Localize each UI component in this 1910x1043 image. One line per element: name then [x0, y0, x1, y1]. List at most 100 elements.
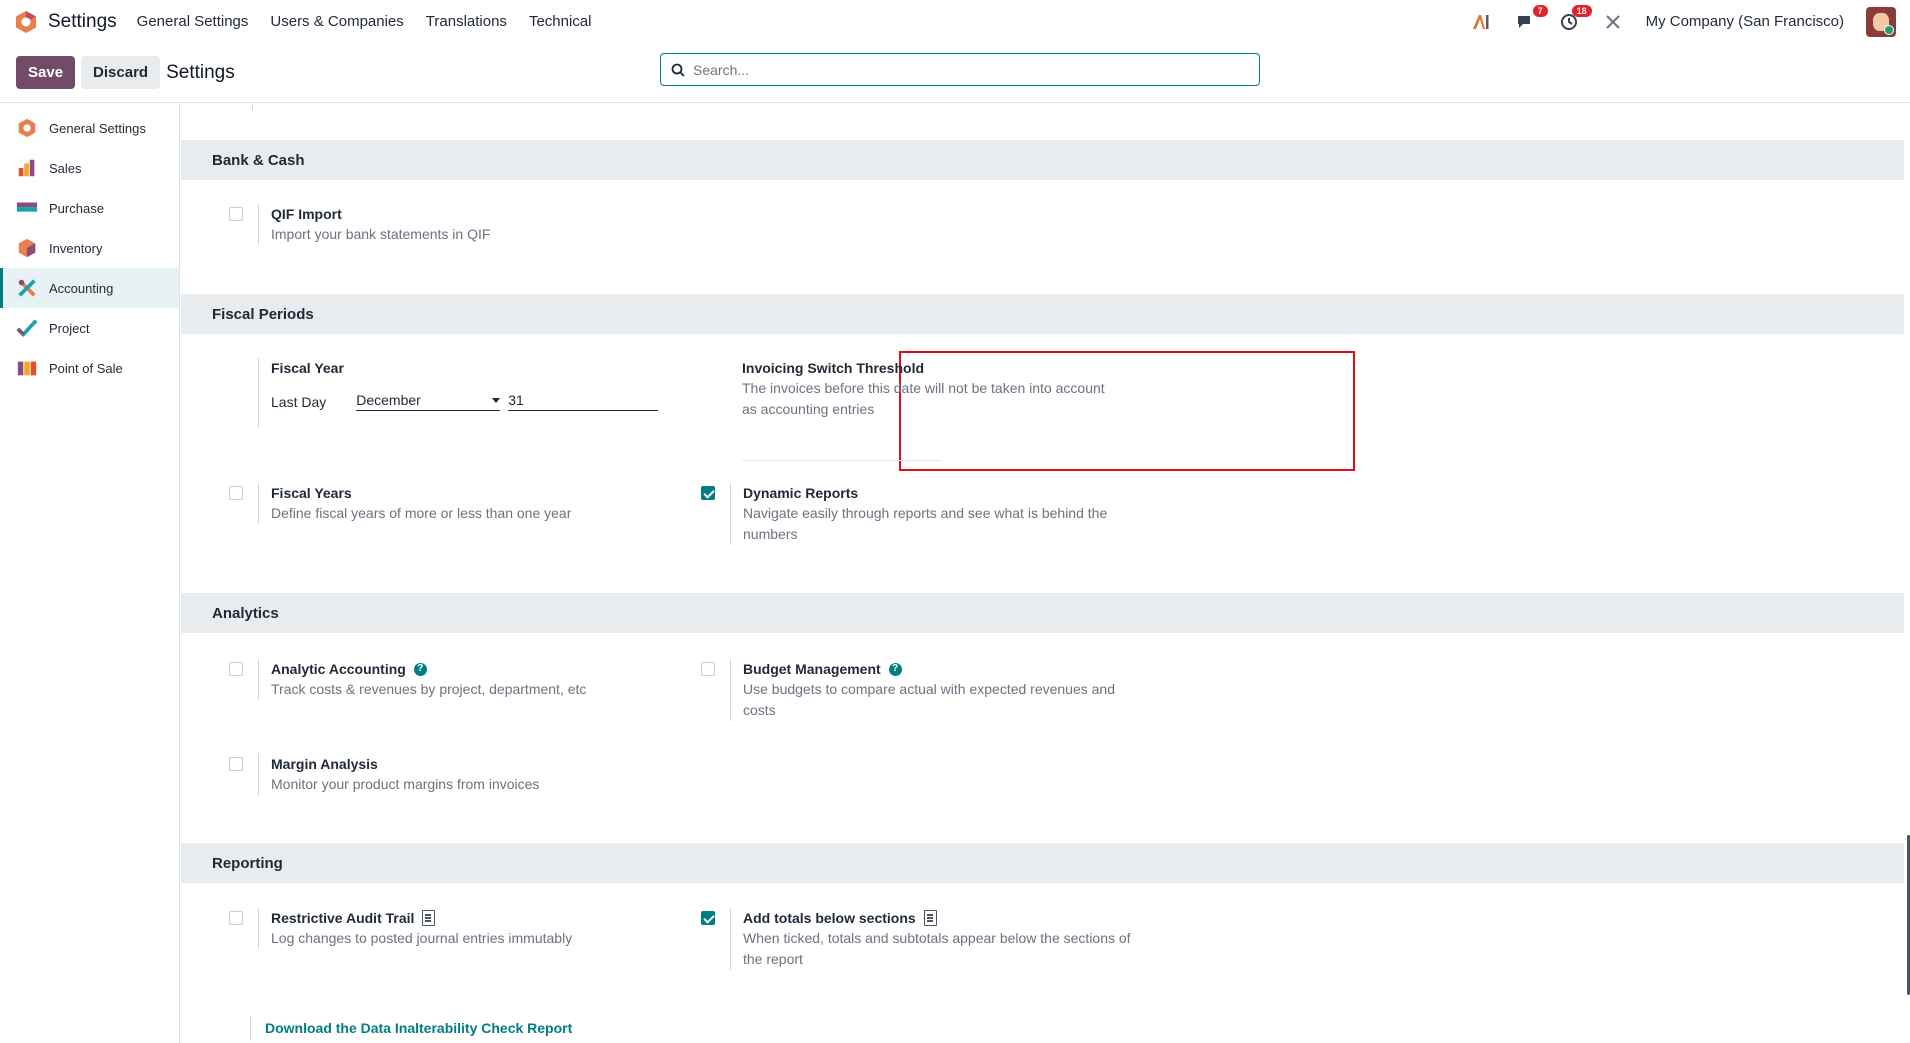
- last-day-day-input[interactable]: 31: [508, 392, 659, 411]
- activities-badge: 18: [1571, 4, 1592, 17]
- fiscal-years-checkbox[interactable]: [229, 486, 243, 500]
- user-avatar[interactable]: [1866, 6, 1896, 37]
- download-inalterability-report-link[interactable]: Download the Data Inalterability Check R…: [265, 1020, 572, 1036]
- sidebar-item-purchase[interactable]: Purchase: [0, 188, 179, 228]
- discard-button[interactable]: Discard: [81, 56, 161, 89]
- setting-qif-import: QIF Import Import your bank statements i…: [229, 204, 669, 245]
- dynamic-reports-checkbox[interactable]: [701, 486, 715, 500]
- activities-clock-icon[interactable]: 18: [1558, 4, 1592, 33]
- setting-title: Add totals below sections: [743, 910, 916, 926]
- help-icon[interactable]: ?: [888, 662, 902, 676]
- setting-analytic-accounting: Analytic Accounting? Track costs & reven…: [229, 659, 669, 700]
- last-day-month-value: December: [356, 392, 421, 408]
- inventory-icon: [18, 238, 36, 258]
- documentation-icon[interactable]: [923, 910, 937, 926]
- sidebar-item-label: Point of Sale: [49, 360, 123, 376]
- debug-tools-icon[interactable]: [1602, 11, 1624, 33]
- sidebar-item-point-of-sale[interactable]: Point of Sale: [0, 348, 179, 388]
- threshold-date-input[interactable]: [742, 460, 942, 461]
- search-icon: [671, 63, 685, 77]
- setting-title: Invoicing Switch Threshold: [742, 360, 925, 376]
- qif-import-checkbox[interactable]: [229, 207, 243, 221]
- section-fiscal-periods: Fiscal Periods: [181, 294, 1904, 334]
- menu-technical[interactable]: Technical: [529, 13, 592, 30]
- setting-description: Define fiscal years of more or less than…: [271, 505, 572, 521]
- sidebar-item-accounting[interactable]: Accounting: [0, 268, 179, 308]
- setting-description: Track costs & revenues by project, depar…: [271, 681, 587, 697]
- setting-title: Restrictive Audit Trail: [271, 910, 415, 926]
- chevron-down-icon: [492, 397, 501, 403]
- messages-icon[interactable]: 7: [1514, 4, 1548, 33]
- analytic-accounting-checkbox[interactable]: [229, 662, 243, 676]
- section-bank-cash: Bank & Cash: [181, 140, 1904, 180]
- last-day-month-select[interactable]: December: [356, 392, 501, 411]
- section-reporting: Reporting: [181, 843, 1904, 883]
- divider: [252, 104, 253, 110]
- setting-title: QIF Import: [271, 206, 342, 222]
- setting-dynamic-reports: Dynamic Reports Navigate easily through …: [701, 483, 1141, 545]
- setting-description: Navigate easily through reports and see …: [743, 505, 1108, 542]
- setting-restrictive-audit-trail: Restrictive Audit Trail Log changes to p…: [229, 908, 669, 949]
- search-input[interactable]: [693, 61, 1249, 78]
- setting-title: Dynamic Reports: [743, 485, 859, 501]
- sidebar-item-label: Purchase: [49, 200, 104, 216]
- menu-general-settings[interactable]: General Settings: [137, 13, 249, 30]
- sidebar-item-label: Project: [49, 320, 90, 336]
- restrictive-audit-trail-checkbox[interactable]: [229, 911, 243, 925]
- accounting-icon: [18, 279, 36, 297]
- setting-title: Fiscal Years: [271, 485, 352, 501]
- setting-description: Import your bank statements in QIF: [271, 226, 491, 242]
- sidebar-item-inventory[interactable]: Inventory: [0, 228, 179, 268]
- point-of-sale-icon: [17, 361, 37, 376]
- setting-description: The invoices before this date will not b…: [742, 380, 1105, 417]
- setting-title: Budget Management: [743, 661, 881, 677]
- top-navbar: Settings General Settings Users & Compan…: [0, 0, 1910, 43]
- sidebar-item-label: Sales: [49, 160, 82, 176]
- search-box[interactable]: [660, 53, 1260, 86]
- sidebar-item-label: Accounting: [49, 280, 114, 296]
- setting-fiscal-years: Fiscal Years Define fiscal years of more…: [229, 483, 669, 524]
- ai-icon[interactable]: [1470, 11, 1492, 33]
- settings-logo-icon[interactable]: [14, 10, 38, 34]
- settings-logo-icon: [18, 118, 36, 138]
- setting-description: Use budgets to compare actual with expec…: [743, 681, 1116, 718]
- help-icon[interactable]: ?: [413, 662, 427, 676]
- purchase-icon: [16, 202, 38, 212]
- settings-sidebar: General Settings Sales Purchase Inventor…: [0, 104, 180, 1043]
- page-title: Settings: [166, 61, 235, 83]
- setting-invoicing-switch-threshold: Invoicing Switch Threshold The invoices …: [701, 358, 1121, 461]
- margin-analysis-checkbox[interactable]: [229, 757, 243, 771]
- setting-title: Margin Analysis: [271, 756, 378, 772]
- divider: [250, 1016, 251, 1041]
- setting-title: Fiscal Year: [271, 360, 344, 376]
- setting-description: When ticked, totals and subtotals appear…: [743, 930, 1131, 967]
- sidebar-item-sales[interactable]: Sales: [0, 148, 179, 188]
- add-totals-checkbox[interactable]: [701, 911, 715, 925]
- setting-title: Analytic Accounting: [271, 661, 406, 677]
- documentation-icon[interactable]: [422, 910, 436, 926]
- last-day-label: Last Day: [271, 393, 327, 410]
- section-analytics: Analytics: [181, 593, 1904, 633]
- setting-description: Log changes to posted journal entries im…: [271, 930, 573, 946]
- setting-fiscal-year: Fiscal Year Last Day December 31: [229, 358, 669, 428]
- setting-description: Monitor your product margins from invoic…: [271, 776, 540, 792]
- budget-management-checkbox[interactable]: [701, 662, 715, 676]
- save-button[interactable]: Save: [16, 56, 76, 89]
- project-icon: [16, 319, 38, 338]
- sales-icon: [18, 159, 35, 177]
- menu-translations[interactable]: Translations: [426, 13, 507, 30]
- messages-badge: 7: [1532, 4, 1548, 17]
- sidebar-item-general-settings[interactable]: General Settings: [0, 108, 179, 148]
- company-switcher[interactable]: My Company (San Francisco): [1646, 13, 1844, 30]
- setting-budget-management: Budget Management? Use budgets to compar…: [701, 659, 1141, 721]
- settings-content: Bank & Cash QIF Import Import your bank …: [181, 104, 1904, 1043]
- control-panel: Save Discard Settings: [0, 43, 1910, 103]
- main-menu: General Settings Users & Companies Trans…: [137, 13, 592, 30]
- sidebar-item-label: General Settings: [49, 120, 146, 136]
- systray: 7 18 My Company (San Francisco): [1470, 4, 1896, 37]
- app-name[interactable]: Settings: [48, 11, 117, 33]
- sidebar-item-label: Inventory: [49, 240, 103, 256]
- sidebar-item-project[interactable]: Project: [0, 308, 179, 348]
- setting-add-totals-below-sections: Add totals below sections When ticked, t…: [701, 908, 1141, 970]
- menu-users-companies[interactable]: Users & Companies: [270, 13, 403, 30]
